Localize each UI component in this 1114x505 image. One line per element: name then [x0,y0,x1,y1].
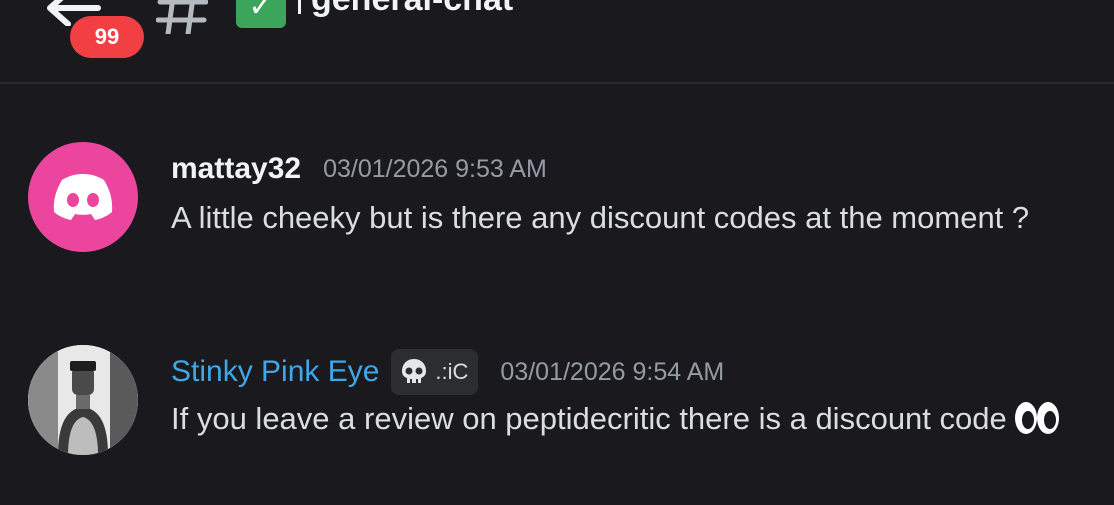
channel-name-divider [298,0,301,14]
unread-count-badge: 99 [70,16,144,58]
message-header: mattay32 03/01/2026 9:53 AM [171,146,547,192]
message-text-content: If you leave a review on peptidecritic t… [171,401,1007,436]
message-text: A little cheeky but is there any discoun… [171,200,1030,235]
message-text: If you leave a review on peptidecritic t… [171,393,1071,445]
message-timestamp: 03/01/2026 9:53 AM [323,154,547,183]
profile-photo [28,345,138,455]
discord-logo-icon [53,174,113,220]
message-timestamp: 03/01/2026 9:54 AM [500,357,725,386]
check-mark-button-icon: ✓ [236,0,286,28]
eyes-icon [1014,402,1059,434]
username[interactable]: Stinky Pink Eye [171,355,379,389]
server-tag[interactable]: .:iC [391,349,479,395]
user-avatar[interactable] [28,345,138,455]
hash-icon [156,0,208,34]
username[interactable]: mattay32 [171,152,301,186]
channel-name: general-chat [311,0,513,18]
channel-title[interactable]: general-chat [298,0,513,19]
server-tag-text: .:iC [435,359,469,384]
user-avatar[interactable] [28,142,138,252]
skull-icon [402,359,427,383]
message-header: Stinky Pink Eye .:iC 03/01/2026 9:54 AM [171,347,724,397]
channel-header: 99 ✓ general-chat [0,0,1114,84]
